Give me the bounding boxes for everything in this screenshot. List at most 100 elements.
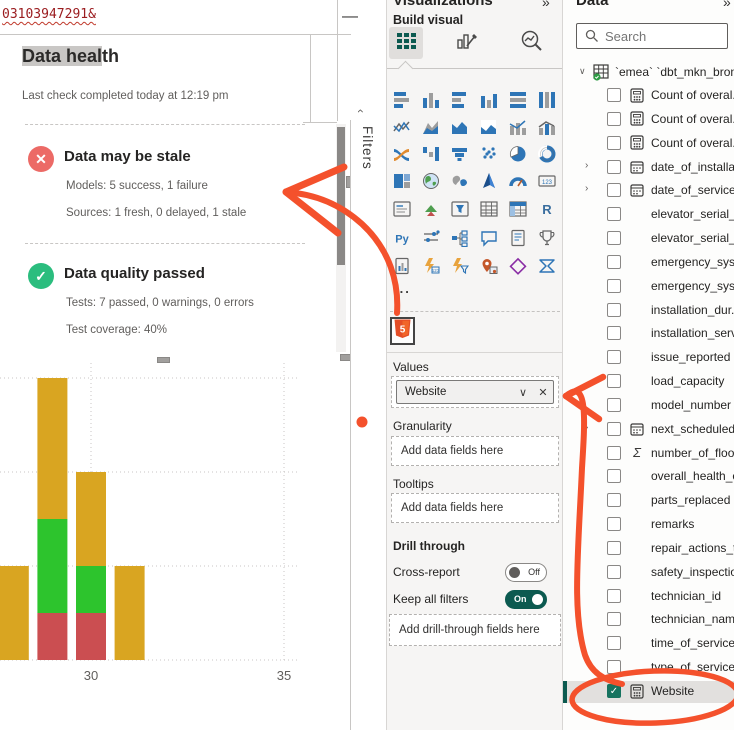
ribbon-visual-icon[interactable] — [391, 143, 413, 165]
field-pill-website[interactable]: Website ∨ ✕ — [396, 380, 554, 404]
field-item-type-of-service[interactable]: type_of_service — [563, 657, 734, 679]
bar-segment-red[interactable] — [37, 613, 67, 660]
column-clustered-visual-icon[interactable] — [478, 89, 500, 111]
bar-segment-yellow[interactable] — [37, 378, 67, 519]
field-checkbox[interactable] — [607, 279, 621, 293]
collapse-pane-icon[interactable]: » — [542, 0, 550, 10]
search-box[interactable] — [576, 23, 728, 49]
field-checkbox[interactable] — [607, 660, 621, 674]
quick-filter-visual-icon[interactable] — [449, 255, 471, 277]
html-custom-visual-button[interactable]: 5 — [390, 317, 415, 345]
field-item-elevator-serial[interactable]: elevator_serial_... — [563, 228, 734, 250]
field-item-website[interactable]: ✓Website — [563, 681, 734, 703]
minimize-icon[interactable]: — — [342, 8, 358, 26]
field-checkbox[interactable]: ✓ — [607, 684, 621, 698]
field-checkbox[interactable] — [607, 565, 621, 579]
field-checkbox[interactable] — [607, 612, 621, 626]
field-checkbox[interactable] — [607, 112, 621, 126]
table-visual-icon[interactable] — [478, 198, 500, 220]
format-visual-tab[interactable] — [450, 27, 484, 59]
filters-pane-label[interactable]: Filters — [360, 126, 375, 170]
r-script-visual-icon[interactable]: R — [536, 198, 558, 220]
analytics-tab[interactable] — [515, 27, 549, 59]
field-checkbox[interactable] — [607, 636, 621, 650]
tooltips-well[interactable]: Add data fields here — [391, 493, 559, 523]
azure-map-visual-icon[interactable] — [478, 170, 500, 192]
bar-segment-green[interactable] — [76, 566, 106, 613]
remove-field-icon[interactable]: ✕ — [533, 386, 553, 399]
field-item-emergency-syst[interactable]: emergency_syst... — [563, 252, 734, 274]
field-checkbox[interactable] — [607, 446, 621, 460]
chevron-right-icon[interactable]: › — [585, 183, 588, 194]
qa-visual-icon[interactable] — [478, 227, 500, 249]
field-checkbox[interactable] — [607, 398, 621, 412]
field-checkbox[interactable] — [607, 160, 621, 174]
bar-stacked-visual-icon[interactable] — [391, 89, 413, 111]
kpi-visual-icon[interactable] — [420, 198, 442, 220]
keep-all-filters-toggle[interactable]: On — [505, 590, 547, 609]
field-checkbox[interactable] — [607, 541, 621, 555]
treemap-visual-icon[interactable] — [391, 170, 413, 192]
power-automate-visual-icon[interactable] — [536, 255, 558, 277]
field-checkbox[interactable] — [607, 183, 621, 197]
pie-visual-icon[interactable] — [507, 143, 529, 165]
field-item-count-of-overal[interactable]: Count of overal... — [563, 133, 734, 155]
field-item-count-of-overal[interactable]: Count of overal... — [563, 85, 734, 107]
granularity-well[interactable]: Add data fields here — [391, 436, 559, 466]
field-checkbox[interactable] — [607, 493, 621, 507]
slicer-visual-icon[interactable] — [449, 198, 471, 220]
column-stacked-visual-icon[interactable] — [420, 89, 442, 111]
arcgis-visual-icon[interactable] — [478, 255, 500, 277]
field-checkbox[interactable] — [607, 88, 621, 102]
bar-segment-yellow[interactable] — [0, 566, 29, 660]
field-item-overall-health-c[interactable]: overall_health_c... — [563, 466, 734, 488]
drill-through-well[interactable]: Add drill-through fields here — [389, 614, 561, 646]
field-item-date-of-service[interactable]: ›date_of_service — [563, 180, 734, 202]
waterfall-visual-icon[interactable] — [420, 143, 442, 165]
field-item-next-scheduled[interactable]: ›next_scheduled... — [563, 419, 734, 441]
build-visual-tab[interactable] — [389, 27, 423, 59]
line-visual-icon[interactable] — [391, 116, 413, 138]
python-visual-icon[interactable]: Py — [391, 227, 413, 249]
field-item-technician-name[interactable]: technician_name — [563, 609, 734, 631]
card-scrollbar-thumb[interactable] — [337, 127, 345, 265]
narrative-visual-icon[interactable] — [507, 227, 529, 249]
cross-report-toggle[interactable]: Off — [505, 563, 547, 582]
line-clustered-column-visual-icon[interactable] — [536, 116, 558, 138]
field-checkbox[interactable] — [607, 207, 621, 221]
area-100-visual-icon[interactable] — [478, 116, 500, 138]
field-item-installation-serv[interactable]: installation_serv... — [563, 323, 734, 345]
map-visual-icon[interactable] — [420, 170, 442, 192]
bar-segment-yellow[interactable] — [76, 472, 106, 566]
donut-visual-icon[interactable] — [536, 143, 558, 165]
scatter-visual-icon[interactable] — [478, 143, 500, 165]
table-item-dbt-mkn[interactable]: ∨`emea` `dbt_mkn_bron... — [563, 62, 734, 84]
field-item-count-of-overal[interactable]: Count of overal... — [563, 109, 734, 131]
field-item-model-number[interactable]: model_number — [563, 395, 734, 417]
decomposition-tree-visual-icon[interactable] — [449, 227, 471, 249]
get-more-visuals-button[interactable]: ... — [394, 281, 411, 296]
field-checkbox[interactable] — [607, 231, 621, 245]
bar-100-visual-icon[interactable] — [507, 89, 529, 111]
field-item-emergency-syst[interactable]: emergency_syst... — [563, 276, 734, 298]
field-checkbox[interactable] — [607, 350, 621, 364]
matrix-visual-icon[interactable] — [507, 198, 529, 220]
field-item-technician-id[interactable]: technician_id — [563, 586, 734, 608]
filters-pane-collapsed[interactable]: — ‹ Filters — [351, 0, 386, 730]
field-item-remarks[interactable]: remarks — [563, 514, 734, 536]
field-item-repair-actions-t[interactable]: repair_actions_t... — [563, 538, 734, 560]
line-stacked-column-visual-icon[interactable] — [507, 116, 529, 138]
field-checkbox[interactable] — [607, 469, 621, 483]
card-scrollbar-track[interactable] — [336, 124, 346, 352]
power-apps-visual-icon[interactable] — [507, 255, 529, 277]
field-checkbox[interactable] — [607, 374, 621, 388]
field-checkbox[interactable] — [607, 422, 621, 436]
chevron-down-icon[interactable]: ∨ — [513, 386, 533, 399]
bar-segment-green[interactable] — [37, 519, 67, 613]
field-checkbox[interactable] — [607, 136, 621, 150]
field-checkbox[interactable] — [607, 326, 621, 340]
field-checkbox[interactable] — [607, 303, 621, 317]
multirow-card-visual-icon[interactable] — [391, 198, 413, 220]
filled-map-visual-icon[interactable] — [449, 170, 471, 192]
field-item-time-of-service[interactable]: time_of_service — [563, 633, 734, 655]
